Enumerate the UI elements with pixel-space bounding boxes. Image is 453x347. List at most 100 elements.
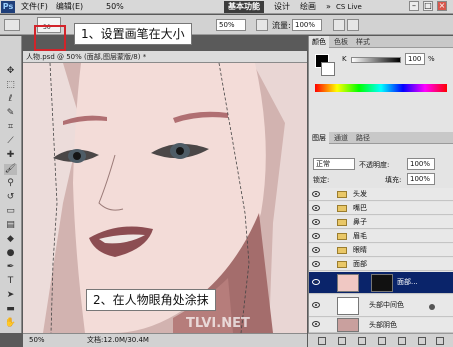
marquee-tool-icon[interactable]: ⬚: [4, 80, 17, 91]
move-tool-icon[interactable]: ✥: [4, 66, 17, 77]
layer-name: 头部阴色: [369, 321, 397, 329]
tool-opacity-field[interactable]: 50%: [216, 19, 246, 31]
folder-icon: [337, 205, 347, 212]
pressure-opacity-icon[interactable]: [256, 19, 268, 31]
layer-row[interactable]: 头部阴色: [309, 318, 453, 333]
add-mask-icon[interactable]: [358, 337, 366, 345]
layer-row[interactable]: 眼睛: [309, 244, 453, 257]
minimize-button[interactable]: –: [409, 1, 419, 11]
visibility-eye-icon[interactable]: [312, 219, 320, 225]
new-layer-icon[interactable]: [418, 337, 426, 345]
color-panel-tabs: 颜色 色板 样式: [309, 36, 453, 48]
close-button[interactable]: ×: [437, 1, 447, 11]
tools-panel: ✥ ⬚ ℓ ✎ ⌗ ⟋ ✚ 🖌 ⚲ ↺ ▭ ▤ ◆ ● ✒ T ➤ ▬ ✋: [0, 36, 22, 333]
zoom-level[interactable]: 50%: [102, 0, 128, 14]
step1-callout: 1、设置画笔在大小: [74, 23, 192, 45]
link-layers-icon[interactable]: [318, 337, 326, 345]
layer-name: 头部中间色: [369, 301, 404, 309]
status-zoom[interactable]: 50%: [29, 334, 45, 347]
visibility-eye-icon[interactable]: [312, 321, 320, 327]
cs-live-button[interactable]: CS Live: [336, 1, 362, 13]
dodge-tool-icon[interactable]: ●: [4, 248, 17, 259]
layer-name: 面部...: [397, 278, 418, 286]
tab-channels[interactable]: 通道: [331, 132, 351, 144]
tab-paths[interactable]: 路径: [353, 132, 373, 144]
photoshop-window: Ps 文件(F) 编辑(E) 50% 基本功能 设计 绘画 » CS Live …: [0, 0, 453, 347]
type-tool-icon[interactable]: T: [4, 276, 17, 287]
workspace-basic[interactable]: 基本功能: [224, 1, 264, 13]
crop-tool-icon[interactable]: ⌗: [4, 122, 17, 133]
add-style-icon[interactable]: [338, 337, 346, 345]
k-channel-value[interactable]: 100: [405, 53, 425, 65]
k-channel-label: K: [342, 55, 347, 63]
options-bar: 30 50% 流量: 100%: [0, 15, 453, 35]
layer-name: 眼睛: [353, 246, 367, 254]
new-group-icon[interactable]: [398, 337, 406, 345]
visibility-eye-icon[interactable]: [312, 247, 320, 253]
blur-tool-icon[interactable]: ◆: [4, 234, 17, 245]
status-bar: 50% 文档:12.0M/30.4M: [23, 333, 307, 347]
hand-tool-icon[interactable]: ✋: [4, 318, 17, 329]
stamp-tool-icon[interactable]: ⚲: [4, 178, 17, 189]
workspace-more[interactable]: »: [322, 1, 335, 13]
layer-name: 眉毛: [353, 232, 367, 240]
gradient-tool-icon[interactable]: ▤: [4, 220, 17, 231]
tab-swatches[interactable]: 色板: [331, 36, 351, 48]
airbrush-icon[interactable]: [333, 19, 345, 31]
workspace-design[interactable]: 设计: [270, 1, 294, 13]
quick-select-tool-icon[interactable]: ✎: [4, 108, 17, 119]
layer-mask-thumbnail[interactable]: [371, 274, 393, 292]
layer-row-selected[interactable]: 面部...: [309, 272, 453, 294]
flow-label: 流量:: [272, 21, 291, 30]
lasso-tool-icon[interactable]: ℓ: [4, 94, 17, 105]
layers-panel: 图层 通道 路径 正常 不透明度: 100% 锁定: 填充: 100% 头发 嘴…: [308, 132, 453, 333]
photoshop-logo: Ps: [1, 0, 15, 13]
visibility-eye-icon[interactable]: [312, 205, 320, 211]
history-brush-tool-icon[interactable]: ↺: [4, 192, 17, 203]
layer-row[interactable]: 面部: [309, 258, 453, 271]
workspace-paint[interactable]: 绘画: [296, 1, 320, 13]
layer-thumbnail: [337, 297, 359, 315]
path-select-tool-icon[interactable]: ➤: [4, 290, 17, 301]
layer-row[interactable]: 鼻子: [309, 216, 453, 229]
visibility-eye-icon[interactable]: [312, 302, 320, 308]
flow-field[interactable]: 100%: [292, 19, 322, 31]
layer-row[interactable]: 头发: [309, 188, 453, 201]
layer-thumbnail: [337, 318, 359, 332]
layer-row[interactable]: 头部中间色: [309, 295, 453, 317]
delete-layer-icon[interactable]: [436, 337, 444, 345]
shape-tool-icon[interactable]: ▬: [4, 304, 17, 315]
healing-tool-icon[interactable]: ✚: [4, 150, 17, 161]
layer-name: 面部: [353, 260, 367, 268]
brush-tool-icon-active[interactable]: 🖌: [4, 164, 17, 175]
brush-tool-icon[interactable]: [4, 19, 20, 31]
visibility-eye-icon[interactable]: [312, 261, 320, 267]
pen-tool-icon[interactable]: ✒: [4, 262, 17, 273]
tab-layers[interactable]: 图层: [309, 132, 329, 144]
eraser-tool-icon[interactable]: ▭: [4, 206, 17, 217]
layer-name: 嘴巴: [353, 204, 367, 212]
maximize-button[interactable]: □: [423, 1, 433, 11]
visibility-eye-icon[interactable]: [312, 279, 320, 285]
tab-color[interactable]: 颜色: [309, 36, 329, 48]
adjustment-layer-icon[interactable]: [378, 337, 386, 345]
k-channel-slider[interactable]: [351, 57, 401, 63]
eyedropper-tool-icon[interactable]: ⟋: [4, 136, 17, 147]
watermark: TLVI.NET: [186, 316, 250, 331]
color-spectrum-ramp[interactable]: [315, 84, 447, 92]
folder-icon: [337, 191, 347, 198]
fill-field[interactable]: 100%: [407, 173, 435, 185]
layer-row[interactable]: 嘴巴: [309, 202, 453, 215]
background-color-swatch[interactable]: [321, 62, 335, 76]
pressure-size-icon[interactable]: [347, 19, 359, 31]
menu-file[interactable]: 文件(F): [17, 0, 52, 14]
visibility-eye-icon[interactable]: [312, 233, 320, 239]
menu-edit[interactable]: 编辑(E): [52, 0, 87, 14]
layer-row[interactable]: 眉毛: [309, 230, 453, 243]
folder-icon: [337, 247, 347, 254]
tab-styles[interactable]: 样式: [353, 36, 373, 48]
document-tab[interactable]: 人物.psd @ 50% (面部,图层蒙版/8) *: [23, 51, 307, 63]
blend-mode-select[interactable]: 正常: [313, 158, 355, 170]
visibility-eye-icon[interactable]: [312, 191, 320, 197]
layer-opacity-field[interactable]: 100%: [407, 158, 435, 170]
